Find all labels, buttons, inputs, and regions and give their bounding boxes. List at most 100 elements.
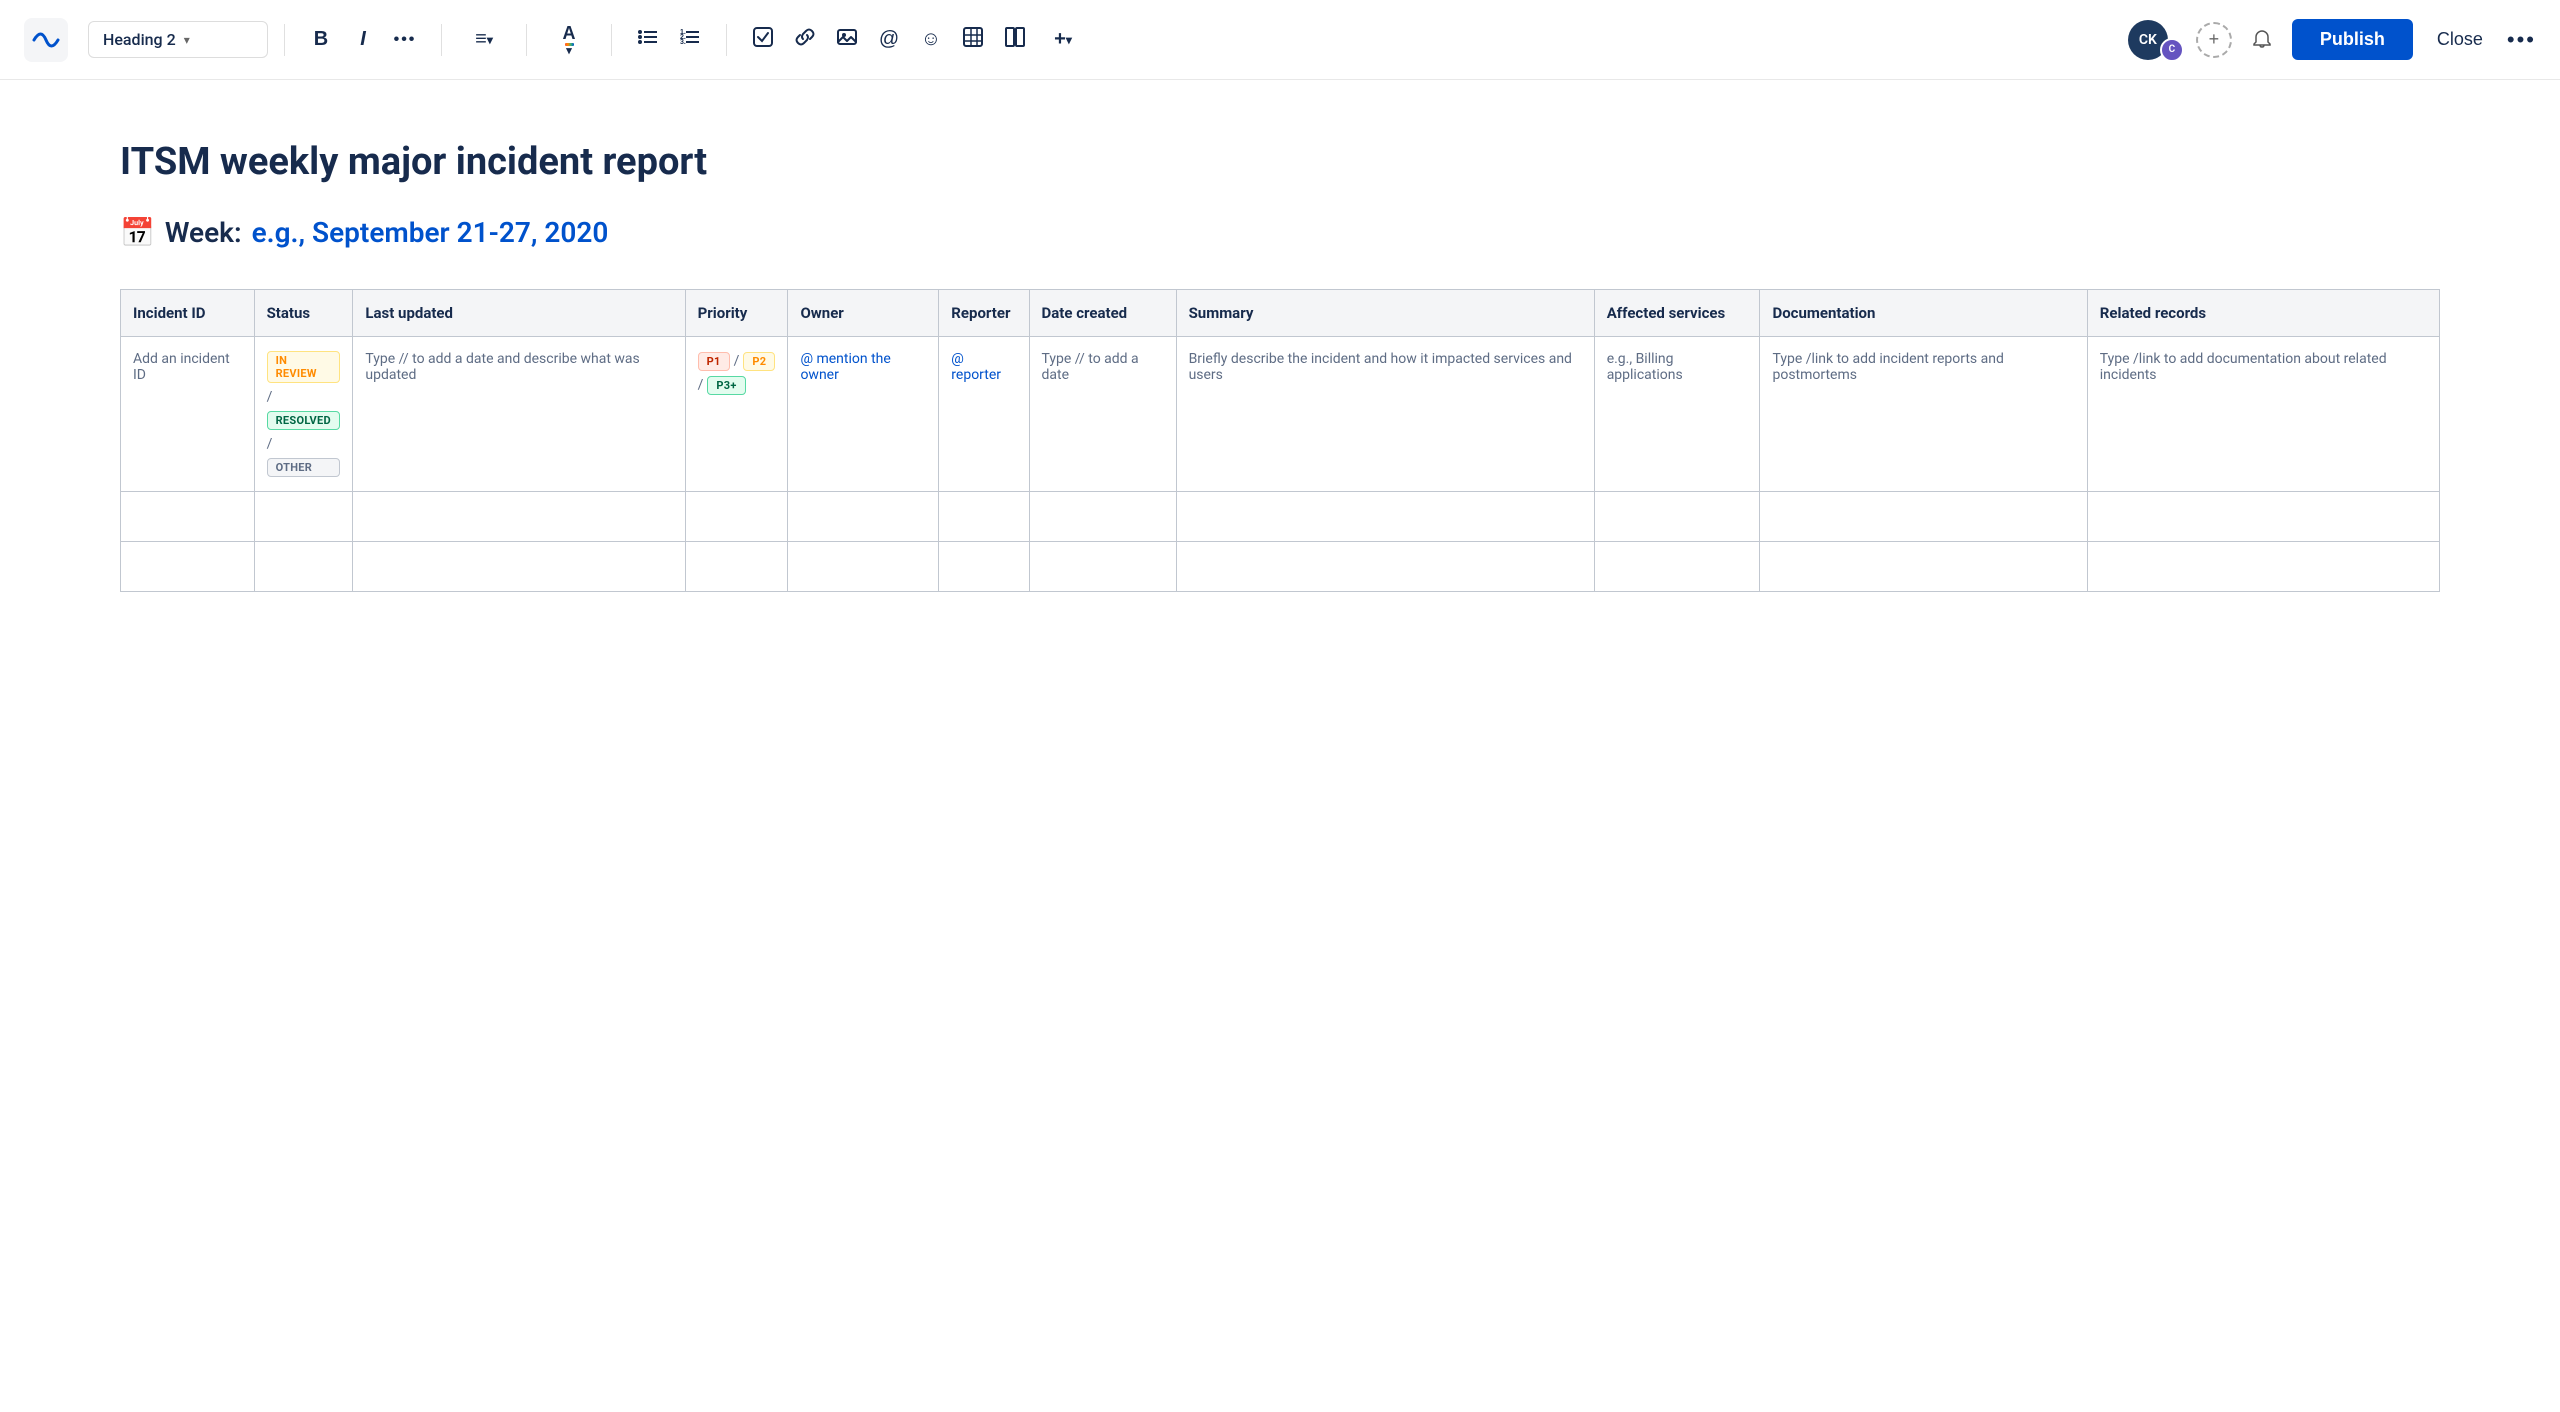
week-label-text: Week: (165, 216, 242, 249)
col-owner: Owner (788, 290, 939, 337)
empty2-cell-5[interactable] (788, 542, 939, 592)
bold-button[interactable]: B (301, 20, 341, 60)
table-row-empty-2 (121, 542, 2440, 592)
empty-cell-8[interactable] (1176, 492, 1594, 542)
image-icon (836, 26, 858, 53)
empty2-cell-9[interactable] (1594, 542, 1760, 592)
cell-last-updated[interactable]: Type // to add a date and describe what … (353, 337, 685, 492)
status-badges-container: IN REVIEW / RESOLVED / OTHER (267, 351, 341, 477)
empty2-cell-4[interactable] (685, 542, 788, 592)
empty-cell-7[interactable] (1029, 492, 1176, 542)
close-button[interactable]: Close (2425, 21, 2495, 58)
cell-documentation[interactable]: Type /link to add incident reports and p… (1760, 337, 2087, 492)
plus-collaborator-icon: + (2209, 29, 2220, 50)
table-icon (962, 26, 984, 53)
table-button[interactable] (953, 20, 993, 60)
text-color-button[interactable]: A ▾ (543, 20, 595, 60)
empty-cell-1[interactable] (121, 492, 255, 542)
empty-cell-10[interactable] (1760, 492, 2087, 542)
notification-icon[interactable] (2244, 22, 2280, 58)
link-icon (794, 26, 816, 53)
empty2-cell-1[interactable] (121, 542, 255, 592)
badge-p3: P3+ (707, 376, 745, 395)
calendar-icon: 📅 (120, 216, 155, 249)
italic-button[interactable]: I (343, 20, 383, 60)
badge-resolved: RESOLVED (267, 411, 341, 430)
empty2-cell-2[interactable] (254, 542, 353, 592)
col-affected-services: Affected services (1594, 290, 1760, 337)
numbered-list-button[interactable]: 1.2.3. (670, 20, 710, 60)
toolbar-right: CK C + Publish Close ••• (2128, 18, 2536, 62)
status-slash-1: / (267, 389, 341, 405)
heading-select[interactable]: Heading 2 ▾ (88, 21, 268, 58)
add-collaborator-button[interactable]: + (2196, 22, 2232, 58)
cell-incident-id[interactable]: Add an incident ID (121, 337, 255, 492)
cell-reporter[interactable]: @ reporter (939, 337, 1029, 492)
badge-other: OTHER (267, 458, 341, 477)
empty-cell-4[interactable] (685, 492, 788, 542)
mention-button[interactable]: @ (869, 20, 909, 60)
empty-cell-11[interactable] (2087, 492, 2439, 542)
col-last-updated: Last updated (353, 290, 685, 337)
cell-owner[interactable]: @ mention the owner (788, 337, 939, 492)
badge-p2: P2 (743, 352, 775, 371)
cell-affected-services[interactable]: e.g., Billing applications (1594, 337, 1760, 492)
col-documentation: Documentation (1760, 290, 2087, 337)
checkbox-icon (752, 26, 774, 53)
layout-button[interactable] (995, 20, 1035, 60)
more-options-button[interactable]: ••• (2507, 27, 2536, 53)
mention-icon: @ (879, 28, 899, 51)
emoji-button[interactable]: ☺ (911, 20, 951, 60)
empty-cell-3[interactable] (353, 492, 685, 542)
empty2-cell-10[interactable] (1760, 542, 2087, 592)
priority-slash-1: / (734, 353, 740, 369)
toolbar: Heading 2 ▾ B I ••• ≡ ▾ A ▾ (0, 0, 2560, 80)
publish-button[interactable]: Publish (2292, 19, 2413, 60)
empty2-cell-3[interactable] (353, 542, 685, 592)
more-format-button[interactable]: ••• (385, 20, 425, 60)
priority-row-1: P1 / P2 (698, 351, 776, 371)
toolbar-divider-5 (726, 24, 727, 56)
empty2-cell-6[interactable] (939, 542, 1029, 592)
avatar-c: C (2160, 38, 2184, 62)
toolbar-divider-1 (284, 24, 285, 56)
checkbox-button[interactable] (743, 20, 783, 60)
owner-mention: @ mention the owner (800, 351, 890, 383)
cell-status[interactable]: IN REVIEW / RESOLVED / OTHER (254, 337, 353, 492)
align-button[interactable]: ≡ ▾ (458, 20, 510, 60)
app-logo[interactable] (24, 18, 68, 62)
insert-more-arrow-icon: ▾ (1066, 33, 1072, 47)
insert-more-button[interactable]: + ▾ (1037, 20, 1089, 60)
cell-priority[interactable]: P1 / P2 / P3+ (685, 337, 788, 492)
last-updated-placeholder: Type // to add a date and describe what … (365, 351, 639, 383)
avatar-group: CK C (2128, 18, 2184, 62)
app-container: Heading 2 ▾ B I ••• ≡ ▾ A ▾ (0, 0, 2560, 1412)
col-related-records: Related records (2087, 290, 2439, 337)
empty2-cell-7[interactable] (1029, 542, 1176, 592)
emoji-icon: ☺ (921, 28, 941, 51)
empty2-cell-8[interactable] (1176, 542, 1594, 592)
action-buttons: @ ☺ + ▾ (743, 20, 1089, 60)
empty-cell-6[interactable] (939, 492, 1029, 542)
numbered-list-icon: 1.2.3. (679, 26, 701, 53)
layout-icon (1004, 26, 1026, 53)
empty2-cell-11[interactable] (2087, 542, 2439, 592)
toolbar-divider-4 (611, 24, 612, 56)
empty-cell-5[interactable] (788, 492, 939, 542)
toolbar-divider-2 (441, 24, 442, 56)
table-header-row: Incident ID Status Last updated Priority… (121, 290, 2440, 337)
link-button[interactable] (785, 20, 825, 60)
cell-date-created[interactable]: Type // to add a date (1029, 337, 1176, 492)
cell-related-records[interactable]: Type /link to add documentation about re… (2087, 337, 2439, 492)
week-value: e.g., September 21-27, 2020 (252, 216, 609, 249)
image-button[interactable] (827, 20, 867, 60)
week-heading: 📅 Week: e.g., September 21-27, 2020 (120, 216, 2440, 249)
table-row-empty-1 (121, 492, 2440, 542)
empty-cell-9[interactable] (1594, 492, 1760, 542)
cell-summary[interactable]: Briefly describe the incident and how it… (1176, 337, 1594, 492)
empty-cell-2[interactable] (254, 492, 353, 542)
format-buttons: B I ••• (301, 20, 425, 60)
bullet-list-button[interactable] (628, 20, 668, 60)
status-slash-2: / (267, 436, 341, 452)
badge-in-review: IN REVIEW (267, 351, 341, 383)
